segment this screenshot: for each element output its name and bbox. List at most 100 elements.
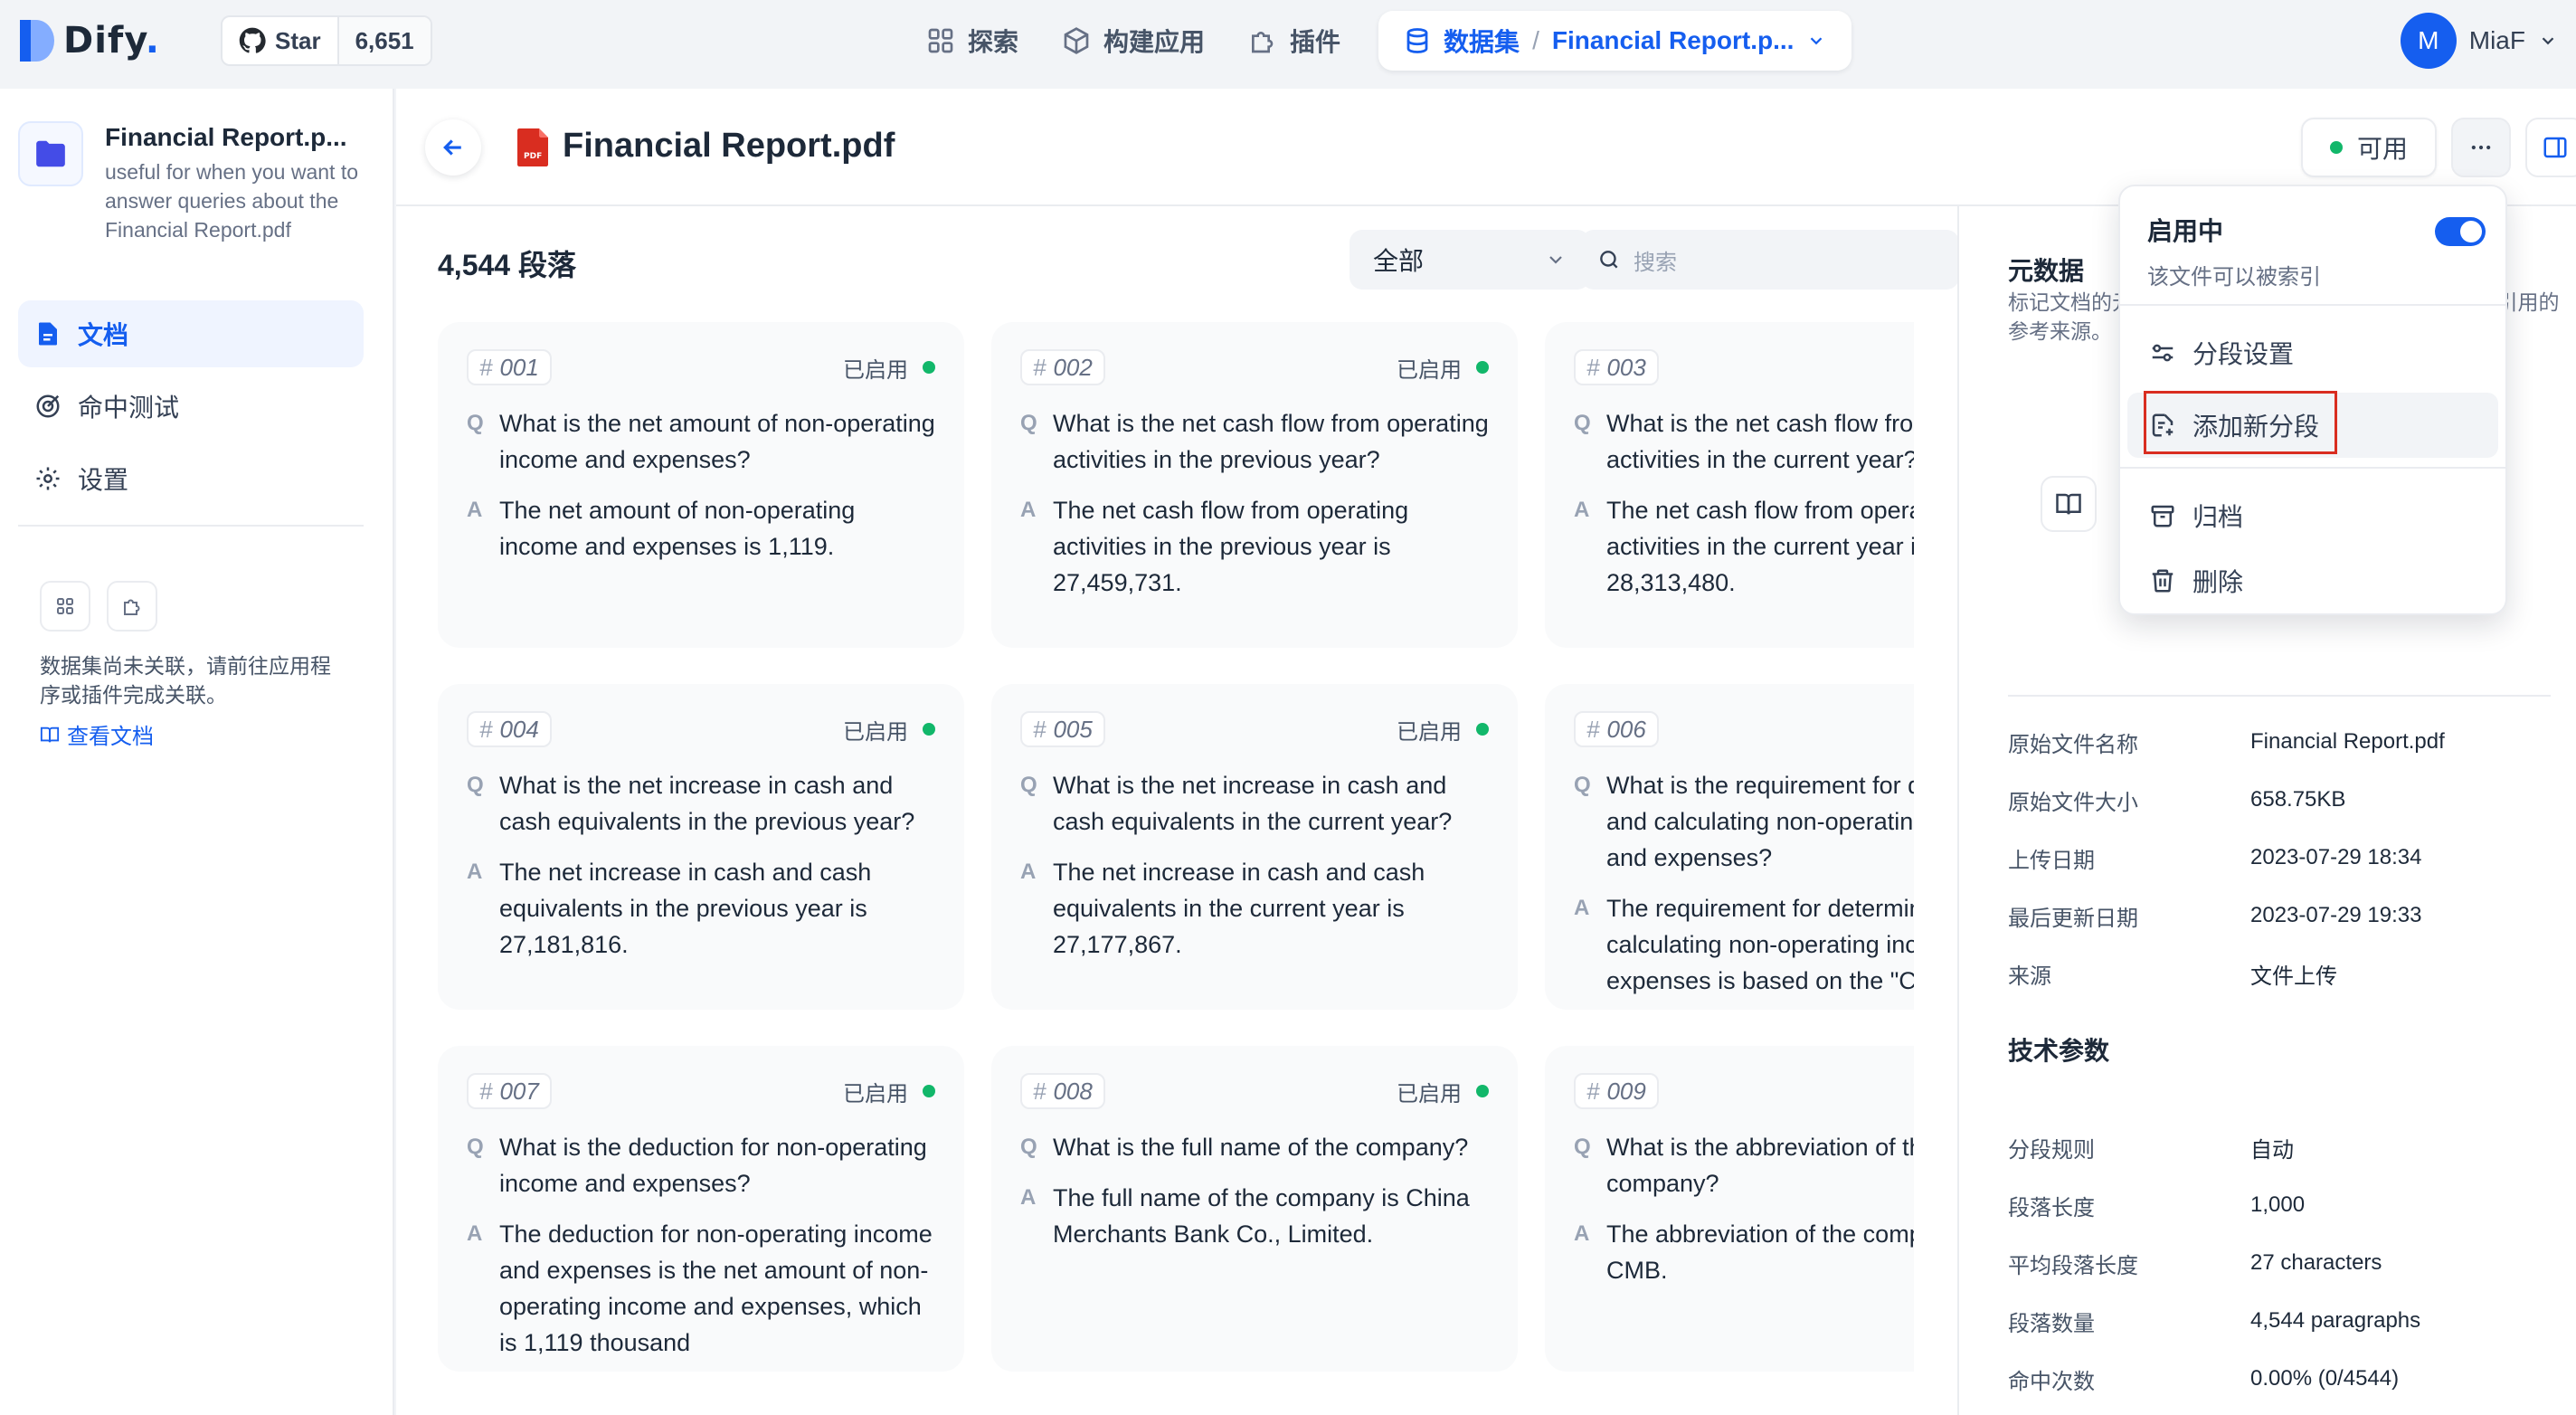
info-value: Financial Report.pdf (2250, 729, 2445, 754)
folder-icon (18, 121, 83, 186)
segments-toolbar: 4,544 段落 全部 搜索 (438, 230, 1959, 290)
menu-item-label: 添加新分段 (2192, 413, 2320, 441)
toggle-panel-button[interactable] (2525, 118, 2576, 177)
doc-type-book-button[interactable] (2041, 476, 2097, 532)
settings-slider-icon (2152, 344, 2174, 362)
answer-tag: A (1574, 498, 1590, 522)
segment-card[interactable]: #004 已启用 Q What is the net increase in ca… (438, 684, 964, 1010)
segment-id: 001 (499, 353, 539, 381)
info-row: 上传日期 2023-07-29 18:34 (2008, 829, 2569, 887)
segment-answer: The deduction for non-operating income a… (499, 1220, 933, 1356)
document-icon (39, 322, 57, 346)
segment-status: 已启用 (843, 1076, 935, 1107)
menu-item-delete[interactable]: 删除 (2127, 548, 2498, 613)
segment-question: What is the requirement for determining … (1606, 772, 1914, 871)
menu-item-add-segment[interactable]: 添加新分段 (2127, 393, 2498, 458)
dify-logo[interactable]: Dify. (20, 20, 160, 62)
segment-answer: The net increase in cash and cash equiva… (1053, 859, 1425, 958)
segment-id-badge: #003 (1574, 349, 1659, 385)
gear-icon (36, 467, 60, 490)
back-button[interactable] (425, 119, 481, 176)
segment-count: 4,544 段落 (438, 249, 576, 281)
question-tag: Q (1574, 1135, 1591, 1159)
info-row: 来源 文件上传 (2008, 945, 2569, 1002)
dataset-description: useful for when you want to answer queri… (105, 160, 358, 242)
info-key: 原始文件大小 (2008, 790, 2138, 815)
info-value: 27 characters (2250, 1250, 2382, 1275)
segment-card[interactable]: #003 Q What is the net cash flow from ope… (1545, 322, 1914, 648)
nav-plugins[interactable]: 插件 (1226, 13, 1362, 69)
status-dot (1476, 361, 1489, 374)
search-placeholder: 搜索 (1634, 250, 1677, 275)
menu-divider (2120, 467, 2505, 469)
segment-card[interactable]: #007 已启用 Q What is the deduction for non-… (438, 1046, 964, 1372)
segment-grid: #001 已启用 Q What is the net amount of non-… (438, 322, 1914, 1415)
enable-toggle-row: 启用中 该文件可以被索引 (2147, 212, 2486, 290)
segment-id: 005 (1053, 715, 1093, 743)
github-star-widget[interactable]: Star 6,651 (221, 15, 432, 66)
segment-search-input[interactable]: 搜索 (1581, 230, 1959, 290)
view-docs-link[interactable]: 查看文档 (40, 718, 347, 750)
segment-card[interactable]: #009 Q What is the abbreviation of the co… (1545, 1046, 1914, 1372)
answer-tag: A (1020, 498, 1037, 522)
segment-card[interactable]: #005 已启用 Q What is the net increase in ca… (991, 684, 1518, 1010)
document-actions-menu: 启用中 该文件可以被索引 分段设置 添加新分段 归档 删除 (2118, 185, 2507, 615)
segment-card[interactable]: #001 已启用 Q What is the net amount of non-… (438, 322, 964, 648)
github-star-button[interactable]: Star (223, 17, 337, 64)
user-menu[interactable]: M MiaF (2400, 13, 2558, 69)
document-status-button[interactable]: 可用 (2301, 118, 2437, 177)
segment-id: 002 (1053, 353, 1093, 381)
answer-tag: A (467, 859, 483, 884)
pdf-file-icon: PDF (517, 128, 548, 166)
sidebar-item-settings[interactable]: 设置 (18, 445, 364, 512)
question-tag: Q (1574, 773, 1591, 797)
sidebar-divider (18, 525, 364, 527)
info-value: 0.00% (0/4544) (2250, 1366, 2400, 1391)
document-title: Financial Report.pdf (563, 127, 895, 165)
menu-item-label: 分段设置 (2192, 340, 2295, 368)
segment-status: 已启用 (1397, 1076, 1489, 1107)
nav-datasets[interactable]: 数据集 / Financial Report.p... (1378, 11, 1852, 71)
segment-id: 004 (499, 715, 539, 743)
svg-text:PDF: PDF (524, 152, 542, 161)
segment-id-badge: #006 (1574, 711, 1659, 747)
enable-toggle-switch[interactable] (2435, 217, 2486, 246)
segment-answer: The full name of the company is China Me… (1053, 1184, 1470, 1248)
more-options-button[interactable] (2451, 118, 2511, 177)
menu-item-segment-settings[interactable]: 分段设置 (2127, 320, 2498, 385)
question-tag: Q (467, 411, 484, 435)
nav-explore-label: 探索 (968, 28, 1019, 56)
status-filter-value: 全部 (1373, 247, 1425, 275)
segment-id-badge: #007 (467, 1073, 552, 1109)
nav-explore[interactable]: 探索 (904, 13, 1040, 69)
nav-current-dataset: Financial Report.p... (1551, 26, 1795, 54)
main-nav: 探索 构建应用 插件 数据集 / Financial Report.p... (904, 11, 1852, 71)
nav-datasets-label: 数据集 (1444, 28, 1520, 56)
answer-tag: A (1574, 896, 1590, 920)
segment-question: What is the net increase in cash and cas… (499, 772, 915, 835)
info-key: 段落长度 (2008, 1195, 2095, 1220)
segment-question: What is the net increase in cash and cas… (1053, 772, 1453, 835)
menu-item-archive[interactable]: 归档 (2127, 483, 2498, 548)
segment-question: What is the net amount of non-operating … (499, 410, 935, 473)
brand-dot: . (145, 20, 160, 62)
segment-card[interactable]: #008 已启用 Q What is the full name of the c… (991, 1046, 1518, 1372)
status-filter-select[interactable]: 全部 (1350, 230, 1590, 290)
nav-build-app[interactable]: 构建应用 (1040, 13, 1226, 69)
status-dot (923, 723, 935, 736)
info-key: 来源 (2008, 964, 2051, 989)
file-info-list: 原始文件名称 Financial Report.pdf 原始文件大小 658.75K… (2008, 713, 2569, 1002)
sidebar-item-hit-testing[interactable]: 命中测试 (18, 373, 364, 440)
segment-status-label: 已启用 (1397, 719, 1462, 745)
segment-card[interactable]: #006 Q What is the requirement for determ… (1545, 684, 1914, 1010)
github-star-count[interactable]: 6,651 (336, 17, 431, 64)
question-tag: Q (467, 773, 484, 797)
sidebar-item-documents[interactable]: 文档 (18, 300, 364, 367)
segment-status-label: 已启用 (843, 1081, 908, 1106)
info-value: 658.75KB (2250, 787, 2346, 812)
archive-icon (2151, 505, 2174, 527)
segment-status-label: 已启用 (1397, 357, 1462, 383)
segment-card[interactable]: #002 已启用 Q What is the net cash flow from… (991, 322, 1518, 648)
answer-tag: A (467, 498, 483, 522)
dataset-header: Financial Report.p... useful for when yo… (18, 121, 376, 244)
